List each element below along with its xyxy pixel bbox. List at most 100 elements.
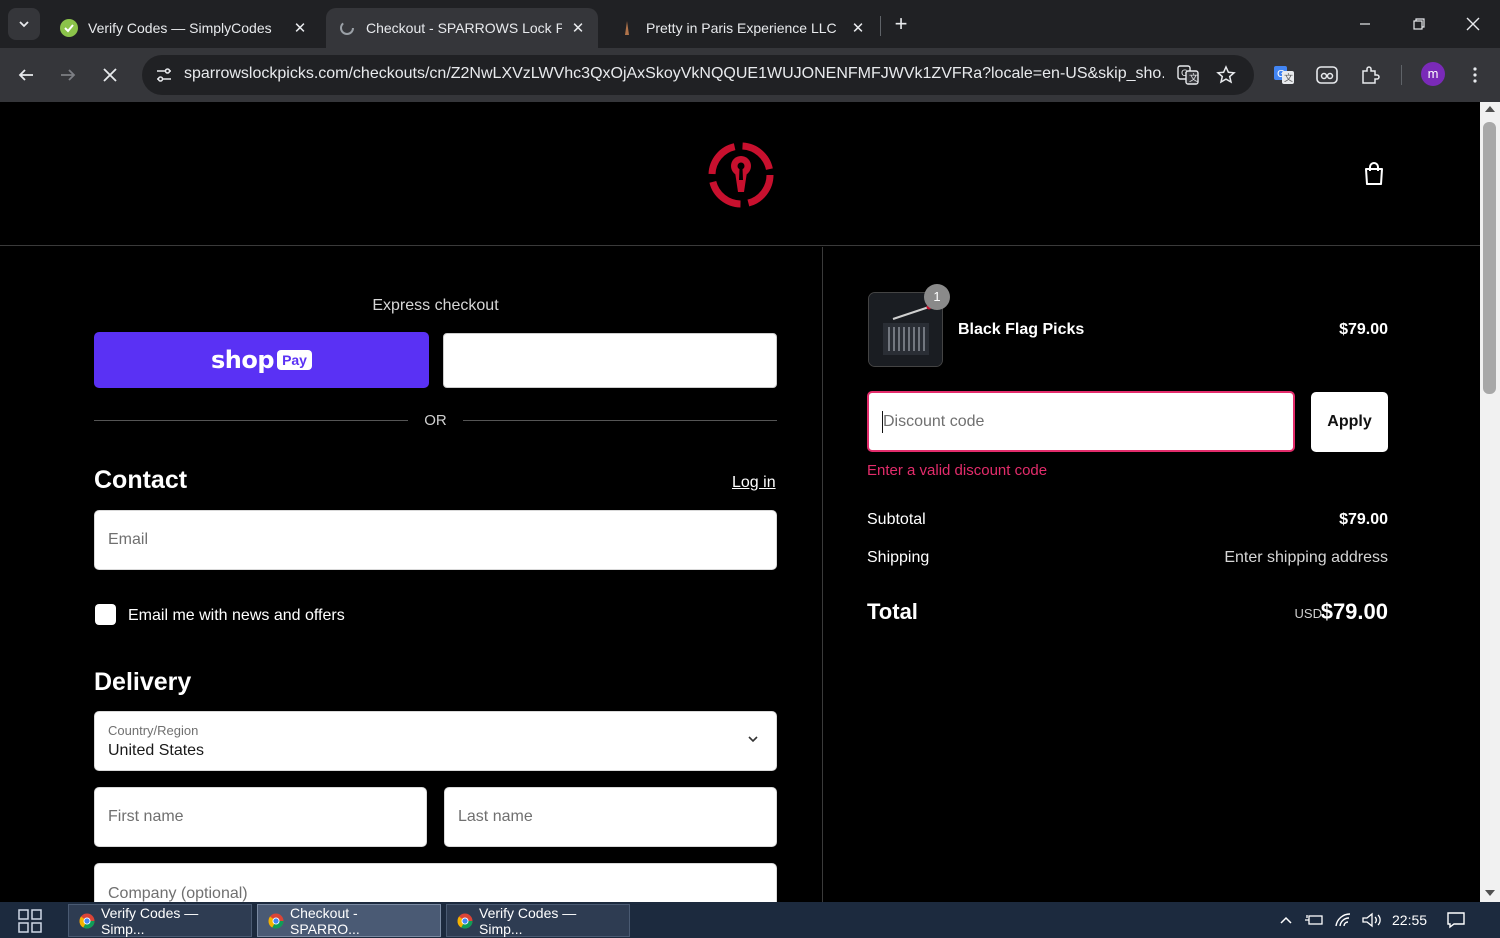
total-label: Total: [867, 599, 918, 624]
translate-icon[interactable]: G文: [1176, 63, 1200, 87]
company-placeholder: Company (optional): [108, 885, 248, 902]
last-name-field[interactable]: Last name: [444, 787, 777, 847]
simplycodes-extension-icon[interactable]: [1313, 61, 1341, 89]
scroll-up-arrow-icon[interactable]: [1485, 106, 1495, 112]
more-menu-icon[interactable]: [1461, 61, 1489, 89]
page-scrollbar[interactable]: [1480, 102, 1500, 902]
stop-loading-button[interactable]: [96, 61, 124, 89]
show-hidden-icons-chevron-up-icon[interactable]: [1276, 910, 1296, 930]
chevron-down-icon: [19, 21, 29, 28]
scrollbar-thumb[interactable]: [1483, 122, 1496, 394]
restore-button[interactable]: [1392, 0, 1446, 48]
text-caret: [882, 411, 883, 433]
svg-text:文: 文: [1284, 72, 1293, 84]
loading-favicon-icon: [338, 19, 356, 37]
shop-pay-wordmark: shop: [211, 346, 275, 374]
subtotal-value: $79.00: [1339, 511, 1388, 528]
new-tab-button[interactable]: +: [888, 12, 914, 38]
browser-tab-bar: Verify Codes — SimplyCodes ✕ Checkout - …: [0, 0, 1500, 48]
tab-title: Checkout - SPARROWS Lock Pic: [366, 20, 562, 36]
first-name-field[interactable]: First name: [94, 787, 427, 847]
taskbar-clock[interactable]: 22:55: [1392, 912, 1427, 928]
tab-title: Verify Codes — SimplyCodes: [88, 20, 272, 36]
chrome-icon: [268, 913, 284, 929]
delivery-heading: Delivery: [94, 668, 192, 696]
google-translate-extension-icon[interactable]: G文: [1270, 61, 1298, 89]
minimize-button[interactable]: [1338, 0, 1392, 48]
close-icon: [103, 68, 117, 82]
divider-line: [463, 420, 777, 421]
tab-search-button[interactable]: [8, 8, 40, 40]
url-text[interactable]: sparrowslockpicks.com/checkouts/cn/Z2NwL…: [184, 65, 1164, 83]
arrow-left-icon: [18, 69, 33, 81]
tower-favicon-icon: [618, 19, 636, 37]
battery-plug-icon[interactable]: [1303, 910, 1325, 930]
discount-placeholder: Discount code: [883, 413, 985, 430]
taskbar-item-checkout[interactable]: Checkout - SPARRO...: [257, 904, 441, 937]
address-bar[interactable]: sparrowslockpicks.com/checkouts/cn/Z2NwL…: [142, 55, 1254, 95]
volume-icon[interactable]: [1360, 910, 1384, 930]
simplycodes-favicon-icon: [60, 19, 78, 37]
chrome-icon: [457, 913, 473, 929]
company-field[interactable]: Company (optional): [94, 863, 777, 902]
contact-heading: Contact: [94, 466, 188, 494]
close-window-button[interactable]: [1446, 0, 1500, 48]
chrome-icon: [79, 913, 95, 929]
express-payment-button[interactable]: [443, 333, 777, 388]
taskbar: Verify Codes — Simp... Checkout - SPARRO…: [0, 902, 1500, 938]
wifi-icon[interactable]: [1333, 910, 1355, 930]
browser-toolbar: sparrowslockpicks.com/checkouts/cn/Z2NwL…: [0, 48, 1500, 102]
site-info-icon[interactable]: [152, 63, 176, 87]
minimize-icon: [1360, 23, 1370, 25]
tab-pretty-in-paris[interactable]: Pretty in Paris Experience LLC ✕: [606, 8, 878, 48]
toolbar-divider: [1401, 65, 1402, 85]
shipping-label: Shipping: [867, 549, 930, 566]
taskbar-item-verify-codes-2[interactable]: Verify Codes — Simp...: [446, 904, 630, 937]
close-tab-icon[interactable]: ✕: [850, 19, 866, 37]
newsletter-checkbox[interactable]: [95, 604, 116, 625]
last-name-placeholder: Last name: [458, 808, 533, 825]
tab-verify-codes[interactable]: Verify Codes — SimplyCodes ✕: [48, 8, 320, 48]
close-tab-icon[interactable]: ✕: [292, 19, 308, 37]
restore-icon: [1413, 18, 1425, 30]
subtotal-label: Subtotal: [867, 511, 926, 528]
order-summary: 1 Black Flag Picks $79.00 Discount code …: [823, 247, 1480, 902]
extensions-puzzle-icon[interactable]: [1356, 61, 1384, 89]
country-select[interactable]: Country/Region United States: [94, 711, 777, 771]
sparrows-logo[interactable]: [704, 140, 778, 210]
svg-text:文: 文: [1189, 72, 1198, 84]
chevron-down-icon: [748, 736, 758, 743]
tab-title: Pretty in Paris Experience LLC: [646, 20, 837, 36]
total-value: $79.00: [1320, 599, 1388, 624]
or-divider: OR: [94, 410, 777, 430]
product-price: $79.00: [1339, 321, 1388, 338]
shop-pay-button[interactable]: shop Pay: [94, 332, 429, 388]
arrow-right-icon: [61, 69, 76, 81]
email-field[interactable]: Email: [94, 510, 777, 570]
back-button[interactable]: [12, 61, 40, 89]
email-placeholder: Email: [108, 531, 149, 548]
taskbar-item-verify-codes[interactable]: Verify Codes — Simp...: [68, 904, 252, 937]
product-name: Black Flag Picks: [958, 321, 1085, 338]
total-currency: USD: [1294, 606, 1322, 621]
taskbar-item-label: Checkout - SPARRO...: [290, 904, 360, 937]
shopping-bag-icon[interactable]: [1360, 160, 1388, 188]
scroll-down-arrow-icon[interactable]: [1485, 890, 1495, 896]
apply-discount-button[interactable]: Apply: [1311, 392, 1388, 452]
close-tab-icon[interactable]: ✕: [570, 19, 586, 37]
close-icon: [1466, 17, 1480, 31]
tab-checkout[interactable]: Checkout - SPARROWS Lock Pic ✕: [326, 8, 598, 48]
shop-pay-badge: Pay: [277, 350, 312, 370]
notifications-icon[interactable]: [1443, 910, 1469, 930]
bookmark-star-icon[interactable]: [1214, 63, 1238, 87]
taskbar-item-label: Verify Codes — Simp...: [101, 904, 199, 937]
newsletter-label[interactable]: Email me with news and offers: [128, 607, 345, 625]
start-grid-icon[interactable]: [18, 909, 42, 933]
log-in-link[interactable]: Log in: [732, 474, 776, 492]
profile-avatar[interactable]: m: [1421, 62, 1445, 86]
forward-button[interactable]: [54, 61, 82, 89]
country-label: Country/Region: [108, 723, 199, 738]
discount-error-message: Enter a valid discount code: [867, 462, 1048, 479]
country-value: United States: [108, 742, 205, 759]
discount-code-input[interactable]: Discount code: [867, 391, 1295, 452]
